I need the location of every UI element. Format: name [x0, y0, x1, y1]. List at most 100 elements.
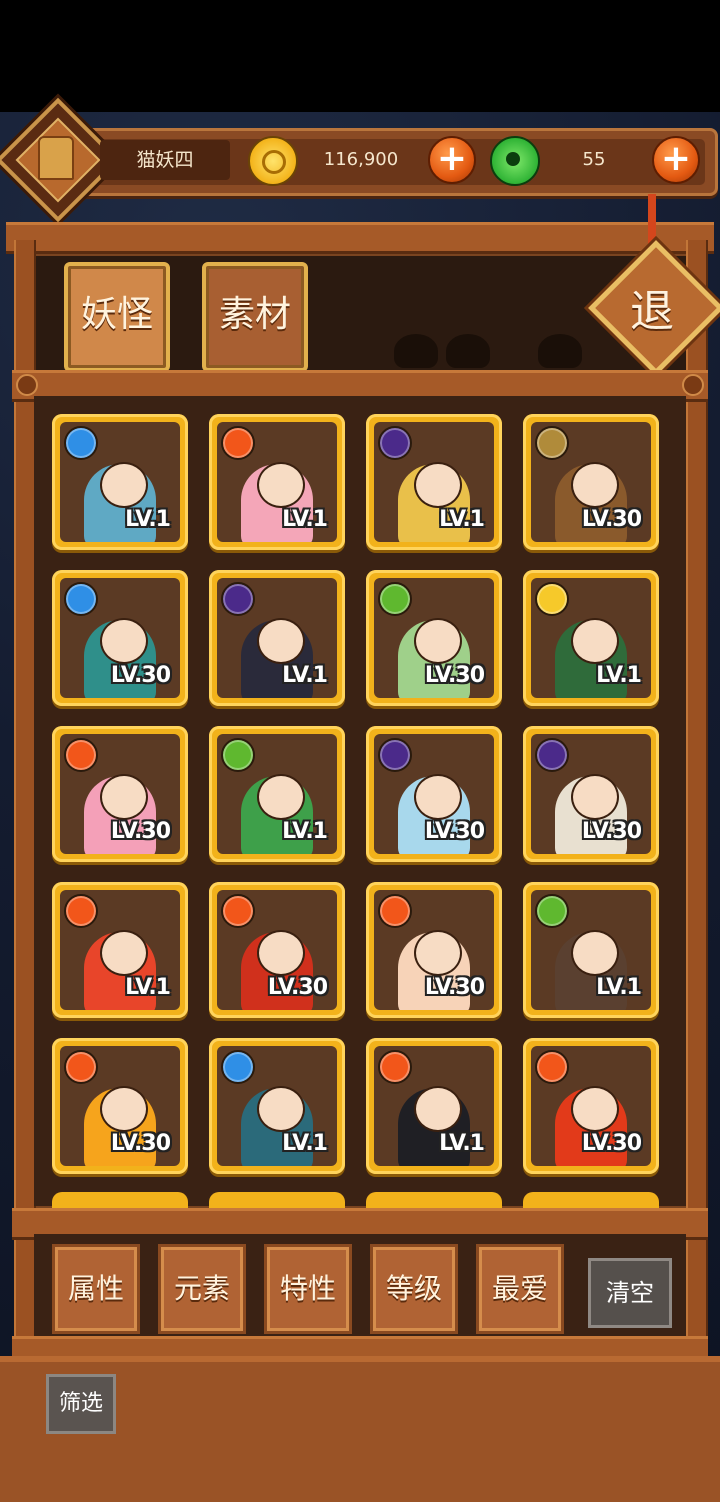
monster-portrait: LV.1 — [217, 1046, 337, 1166]
status-bar-area — [0, 0, 720, 112]
monster-face — [571, 774, 619, 820]
tab-materials-label: 素材 — [218, 294, 291, 335]
monster-card[interactable]: LV.30 — [523, 414, 659, 550]
monster-card-partial[interactable] — [52, 1192, 188, 1208]
monster-card-partial[interactable] — [209, 1192, 345, 1208]
monster-level: LV.1 — [282, 663, 328, 688]
monster-card[interactable]: LV.30 — [52, 570, 188, 706]
monster-portrait: LV.30 — [60, 734, 180, 854]
tab-monsters-label: 妖怪 — [80, 294, 153, 335]
monster-portrait: LV.30 — [60, 578, 180, 698]
monster-level: LV.30 — [424, 663, 485, 688]
monster-level: LV.1 — [282, 1131, 328, 1156]
monster-level: LV.1 — [439, 1131, 485, 1156]
monster-face — [100, 1086, 148, 1132]
tab-materials[interactable]: 素材 — [202, 262, 308, 372]
monster-portrait: LV.30 — [60, 1046, 180, 1166]
knob — [682, 374, 704, 396]
monster-portrait: LV.30 — [374, 890, 494, 1010]
monster-level: LV.30 — [110, 1131, 171, 1156]
monster-level: LV.30 — [424, 819, 485, 844]
jade-icon — [490, 136, 540, 186]
monster-card[interactable]: LV.1 — [209, 1038, 345, 1174]
monster-card[interactable]: LV.1 — [523, 882, 659, 1018]
gold-amount: 116,900 — [323, 149, 399, 170]
monster-face — [257, 1086, 305, 1132]
clear-button[interactable]: 清空 — [588, 1258, 672, 1328]
monster-portrait: LV.1 — [531, 890, 651, 1010]
monster-card[interactable]: LV.30 — [52, 1038, 188, 1174]
monster-card[interactable]: LV.30 — [366, 726, 502, 862]
monster-portrait: LV.1 — [217, 734, 337, 854]
monster-portrait: LV.30 — [531, 1046, 651, 1166]
dark-element-icon — [378, 426, 412, 460]
monster-face — [414, 774, 462, 820]
monster-face — [257, 462, 305, 508]
fire-element-icon — [64, 1050, 98, 1084]
monster-level: LV.1 — [596, 975, 642, 1000]
filter-level-button[interactable]: 等级 — [370, 1244, 458, 1334]
shadow-creature — [394, 334, 438, 368]
monster-card[interactable]: LV.1 — [523, 570, 659, 706]
shadow-creature — [446, 334, 490, 368]
monster-card[interactable]: LV.30 — [523, 726, 659, 862]
monster-card[interactable]: LV.1 — [366, 1038, 502, 1174]
water-element-icon — [64, 426, 98, 460]
exit-label[interactable]: 退 — [612, 272, 692, 352]
monster-card[interactable]: LV.30 — [52, 726, 188, 862]
monster-portrait: LV.1 — [531, 578, 651, 698]
right-post — [686, 240, 708, 1350]
monster-card[interactable]: LV.1 — [209, 726, 345, 862]
filter-trait-button[interactable]: 特性 — [264, 1244, 352, 1334]
monster-card[interactable]: LV.30 — [366, 570, 502, 706]
filter-attribute-button[interactable]: 属性 — [52, 1244, 140, 1334]
add-gold-button[interactable]: + — [428, 136, 476, 184]
monster-face — [571, 1086, 619, 1132]
filter-element-button[interactable]: 元素 — [158, 1244, 246, 1334]
monster-level: LV.30 — [581, 507, 642, 532]
top-beam — [6, 222, 714, 254]
player-name: 猫妖四 — [100, 140, 230, 180]
monster-card-partial[interactable] — [366, 1192, 502, 1208]
monster-face — [571, 462, 619, 508]
monster-level: LV.1 — [439, 507, 485, 532]
monster-card[interactable]: LV.1 — [52, 882, 188, 1018]
monster-level: LV.30 — [267, 975, 328, 1000]
filter-favorite-button[interactable]: 最爱 — [476, 1244, 564, 1334]
monster-card-partial[interactable] — [523, 1192, 659, 1208]
tab-monsters[interactable]: 妖怪 — [64, 262, 170, 372]
monster-level: LV.1 — [282, 819, 328, 844]
monster-card[interactable]: LV.1 — [209, 570, 345, 706]
screen-button[interactable]: 筛选 — [46, 1374, 116, 1434]
monster-face — [100, 618, 148, 664]
water-element-icon — [221, 1050, 255, 1084]
monster-level: LV.30 — [581, 1131, 642, 1156]
fire-element-icon — [221, 894, 255, 928]
fire-element-icon — [378, 894, 412, 928]
knob — [16, 374, 38, 396]
wood-element-icon — [378, 582, 412, 616]
monster-card[interactable]: LV.30 — [523, 1038, 659, 1174]
dark-element-icon — [378, 738, 412, 772]
monster-card[interactable]: LV.1 — [366, 414, 502, 550]
monster-card[interactable]: LV.30 — [366, 882, 502, 1018]
monster-portrait: LV.1 — [60, 890, 180, 1010]
add-jade-button[interactable]: + — [652, 136, 700, 184]
monster-level: LV.30 — [424, 975, 485, 1000]
monster-portrait: LV.30 — [531, 734, 651, 854]
monster-portrait: LV.1 — [217, 578, 337, 698]
monster-card[interactable]: LV.30 — [209, 882, 345, 1018]
monster-grid[interactable]: LV.1 LV.1 LV.1 LV.30 LV.30 LV.1 LV.30 LV.1 LV.30… — [34, 396, 686, 1206]
fire-element-icon — [64, 738, 98, 772]
jade-amount: 55 — [582, 149, 606, 170]
monster-face — [100, 930, 148, 976]
monster-level: LV.30 — [581, 819, 642, 844]
monster-face — [414, 618, 462, 664]
fire-element-icon — [378, 1050, 412, 1084]
monster-portrait: LV.1 — [374, 1046, 494, 1166]
monster-portrait: LV.1 — [60, 422, 180, 542]
fire-element-icon — [64, 894, 98, 928]
monster-face — [100, 462, 148, 508]
monster-card[interactable]: LV.1 — [209, 414, 345, 550]
monster-card[interactable]: LV.1 — [52, 414, 188, 550]
